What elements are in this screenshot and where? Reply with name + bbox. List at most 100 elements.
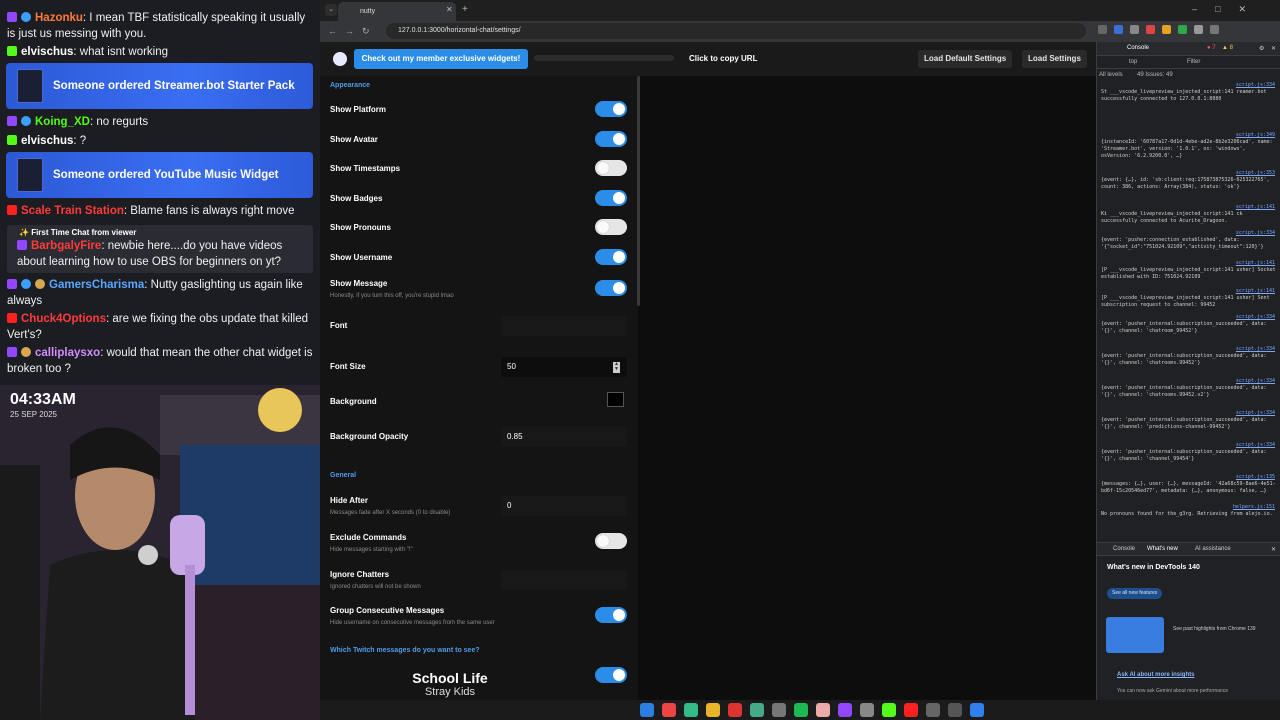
extension-icon[interactable] — [1194, 25, 1203, 34]
url-input[interactable]: 127.0.0.1:3000/horizontal-chat/settings/ — [386, 23, 1086, 39]
back-icon[interactable]: ← — [328, 26, 337, 36]
settings-scrollbar[interactable] — [637, 76, 640, 306]
ignore-chatters-input[interactable] — [501, 570, 627, 590]
background-color-swatch[interactable] — [607, 392, 624, 407]
hide-after-input[interactable]: 0 — [501, 496, 627, 516]
extension-icon[interactable] — [1114, 25, 1123, 34]
kick-icon — [7, 46, 17, 56]
issues-link[interactable]: 49 Issues: 49 — [1137, 72, 1173, 78]
hide-after-description: Messages fade after X seconds (0 to disa… — [330, 510, 451, 516]
close-tab-icon[interactable]: ✕ — [446, 5, 453, 14]
devtools-settings-icon[interactable]: ⚙ — [1259, 45, 1264, 52]
font-size-stepper[interactable]: ▲ ▼ — [613, 362, 620, 373]
background-opacity-label: Background Opacity — [330, 432, 409, 441]
context-select[interactable]: top — [1129, 59, 1137, 65]
chat-message: GamersCharisma: Nutty gaslighting us aga… — [7, 277, 313, 309]
youtube-icon[interactable] — [904, 703, 918, 717]
taskbar-icons — [640, 703, 984, 717]
chat-username: Scale Train Station — [21, 205, 124, 217]
drawer-tab-whats-new[interactable]: What's new — [1147, 546, 1178, 552]
tab-search-button[interactable]: ⌄ — [325, 4, 337, 16]
exclude-commands-toggle[interactable] — [595, 533, 627, 549]
chat-username: elvischus — [21, 46, 74, 58]
copy-url-button[interactable]: Click to copy URL — [689, 54, 757, 63]
app-icon[interactable] — [926, 703, 940, 717]
extension-icon[interactable] — [1210, 25, 1219, 34]
extension-icon[interactable] — [1162, 25, 1171, 34]
warning-count[interactable]: ▲ 8 — [1222, 45, 1233, 51]
video-thumbnail[interactable] — [1106, 617, 1164, 653]
drawer-close-icon[interactable]: ✕ — [1271, 546, 1276, 553]
ask-ai-link[interactable]: Ask AI about more insights — [1117, 672, 1194, 678]
badge-icon — [21, 12, 31, 22]
app-icon[interactable] — [816, 703, 830, 717]
log-levels-select[interactable]: All levels — [1099, 72, 1123, 78]
vscode-icon[interactable] — [970, 703, 984, 717]
extension-icon[interactable] — [1178, 25, 1187, 34]
app-icon[interactable] — [728, 703, 742, 717]
window-controls[interactable]: –□✕ — [1192, 4, 1264, 15]
drawer-tab-console[interactable]: Console — [1113, 546, 1135, 552]
stream-date: 25 SEP 2025 — [10, 410, 58, 419]
font-size-input[interactable]: 50 — [501, 357, 627, 377]
section-appearance: Appearance — [330, 82, 371, 89]
app-icon[interactable] — [860, 703, 874, 717]
group-consecutive-toggle[interactable] — [595, 607, 627, 623]
show-avatar-toggle[interactable] — [595, 131, 627, 147]
font-input[interactable] — [501, 316, 627, 336]
devtools-close-icon[interactable]: ✕ — [1271, 45, 1276, 52]
badge-icon — [21, 347, 31, 357]
ignore-chatters-label: Ignore Chatters — [330, 570, 390, 579]
twitch-messages-toggle[interactable] — [595, 667, 627, 683]
twitch-icon — [7, 347, 17, 357]
browser-tab[interactable]: nutty — [338, 2, 456, 21]
extension-icon[interactable] — [1146, 25, 1155, 34]
widget-url-field[interactable] — [534, 55, 674, 61]
show-pronouns-toggle[interactable] — [595, 219, 627, 235]
load-settings-button[interactable]: Load Settings — [1022, 50, 1087, 68]
chat-message: Chuck4Options: are we fixing the obs upd… — [7, 311, 313, 343]
show-badges-toggle[interactable] — [595, 190, 627, 206]
member-widgets-button[interactable]: Check out my member exclusive widgets! — [354, 49, 528, 69]
console-log: script.js:141 Ki ___vscode_livepreview_in… — [1101, 204, 1275, 224]
load-default-settings-button[interactable]: Load Default Settings — [918, 50, 1013, 68]
filter-input[interactable]: Filter — [1187, 59, 1200, 65]
console-log: script.js:334 {event: 'pusher_internal:su… — [1101, 442, 1275, 462]
console-log: helpers.js:151 No pronouns found for the_… — [1101, 504, 1275, 517]
kick-icon[interactable] — [882, 703, 896, 717]
console-log: script.js:334 {event: 'pusher_internal:su… — [1101, 410, 1275, 430]
show-timestamps-toggle[interactable] — [595, 160, 627, 176]
new-tab-icon[interactable]: + — [462, 4, 468, 15]
see-all-features-button[interactable]: See all new features — [1107, 588, 1163, 599]
background-opacity-input[interactable]: 0.85 — [501, 427, 627, 447]
reload-icon[interactable]: ↻ — [362, 26, 370, 37]
app-icon[interactable] — [750, 703, 764, 717]
extension-icon[interactable] — [1098, 25, 1107, 34]
chat-message: elvischus: what isnt working — [7, 44, 313, 60]
folder-icon[interactable] — [706, 703, 720, 717]
chrome-icon[interactable] — [662, 703, 676, 717]
drawer-tab-ai-assistance[interactable]: AI assistance — [1195, 546, 1231, 552]
chat-message: calliplaysxo: would that mean the other … — [7, 345, 313, 377]
extension-icon[interactable] — [1130, 25, 1139, 34]
console-log: script.js:334 {event: 'pusher:connection_… — [1101, 230, 1275, 250]
twitch-icon[interactable] — [838, 703, 852, 717]
address-bar: ← → ↻ 127.0.0.1:3000/horizontal-chat/set… — [320, 21, 1280, 42]
spotify-icon[interactable] — [794, 703, 808, 717]
tab-console[interactable]: Console — [1127, 45, 1149, 51]
show-message-toggle[interactable] — [595, 280, 627, 296]
start-icon[interactable] — [640, 703, 654, 717]
group-consecutive-label: Group Consecutive Messages — [330, 606, 445, 615]
error-count[interactable]: ● 7 — [1207, 45, 1216, 51]
app-icon[interactable] — [772, 703, 786, 717]
forward-icon[interactable]: → — [345, 26, 354, 36]
stream-clock: 04:33AM — [10, 391, 76, 408]
settings-panel: Appearance Show Platform Show Avatar Sho… — [320, 76, 638, 700]
show-username-toggle[interactable] — [595, 249, 627, 265]
webcam-feed: 04:33AM 25 SEP 2025 — [0, 385, 320, 720]
app-icon[interactable] — [948, 703, 962, 717]
app-icon[interactable] — [684, 703, 698, 717]
show-platform-toggle[interactable] — [595, 101, 627, 117]
twitch-icon — [7, 279, 17, 289]
show-username-label: Show Username — [330, 253, 393, 262]
